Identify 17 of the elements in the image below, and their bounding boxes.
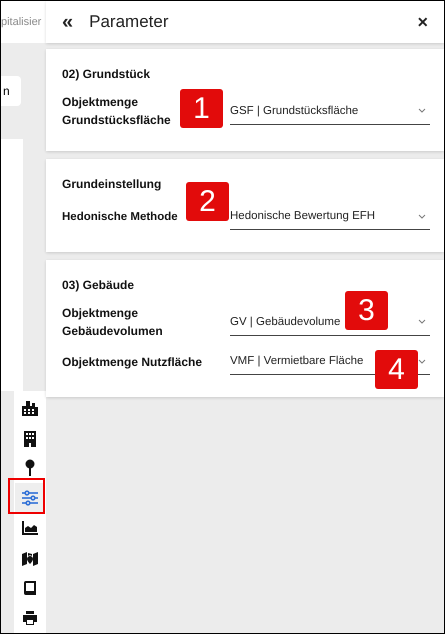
field-label: Hedonische Methode <box>62 210 178 225</box>
close-button[interactable]: × <box>401 12 444 32</box>
section-title: 03) Gebäude <box>62 278 136 292</box>
number-marker: 1 <box>180 89 223 128</box>
section-title: Grundeinstellung <box>62 177 162 191</box>
number-marker: 4 <box>375 350 418 389</box>
panel-title: Parameter <box>89 12 168 32</box>
select-field[interactable]: Hedonische Bewertung EFH <box>230 203 430 230</box>
number-marker: 2 <box>186 182 229 221</box>
field-label: Objektmenge Gebäudevolumen <box>62 305 164 340</box>
select-field[interactable]: GSF | Grundstücksfläche <box>230 98 430 124</box>
field-label: Objektmenge Grundstücksfläche <box>62 94 172 129</box>
section-title: 02) Grundstück <box>62 67 152 81</box>
field-label: Objektmenge Nutzfläche <box>62 354 202 370</box>
background-button[interactable]: n <box>1 76 21 106</box>
number-marker: 3 <box>345 291 388 330</box>
collapse-button[interactable]: « <box>46 10 74 34</box>
